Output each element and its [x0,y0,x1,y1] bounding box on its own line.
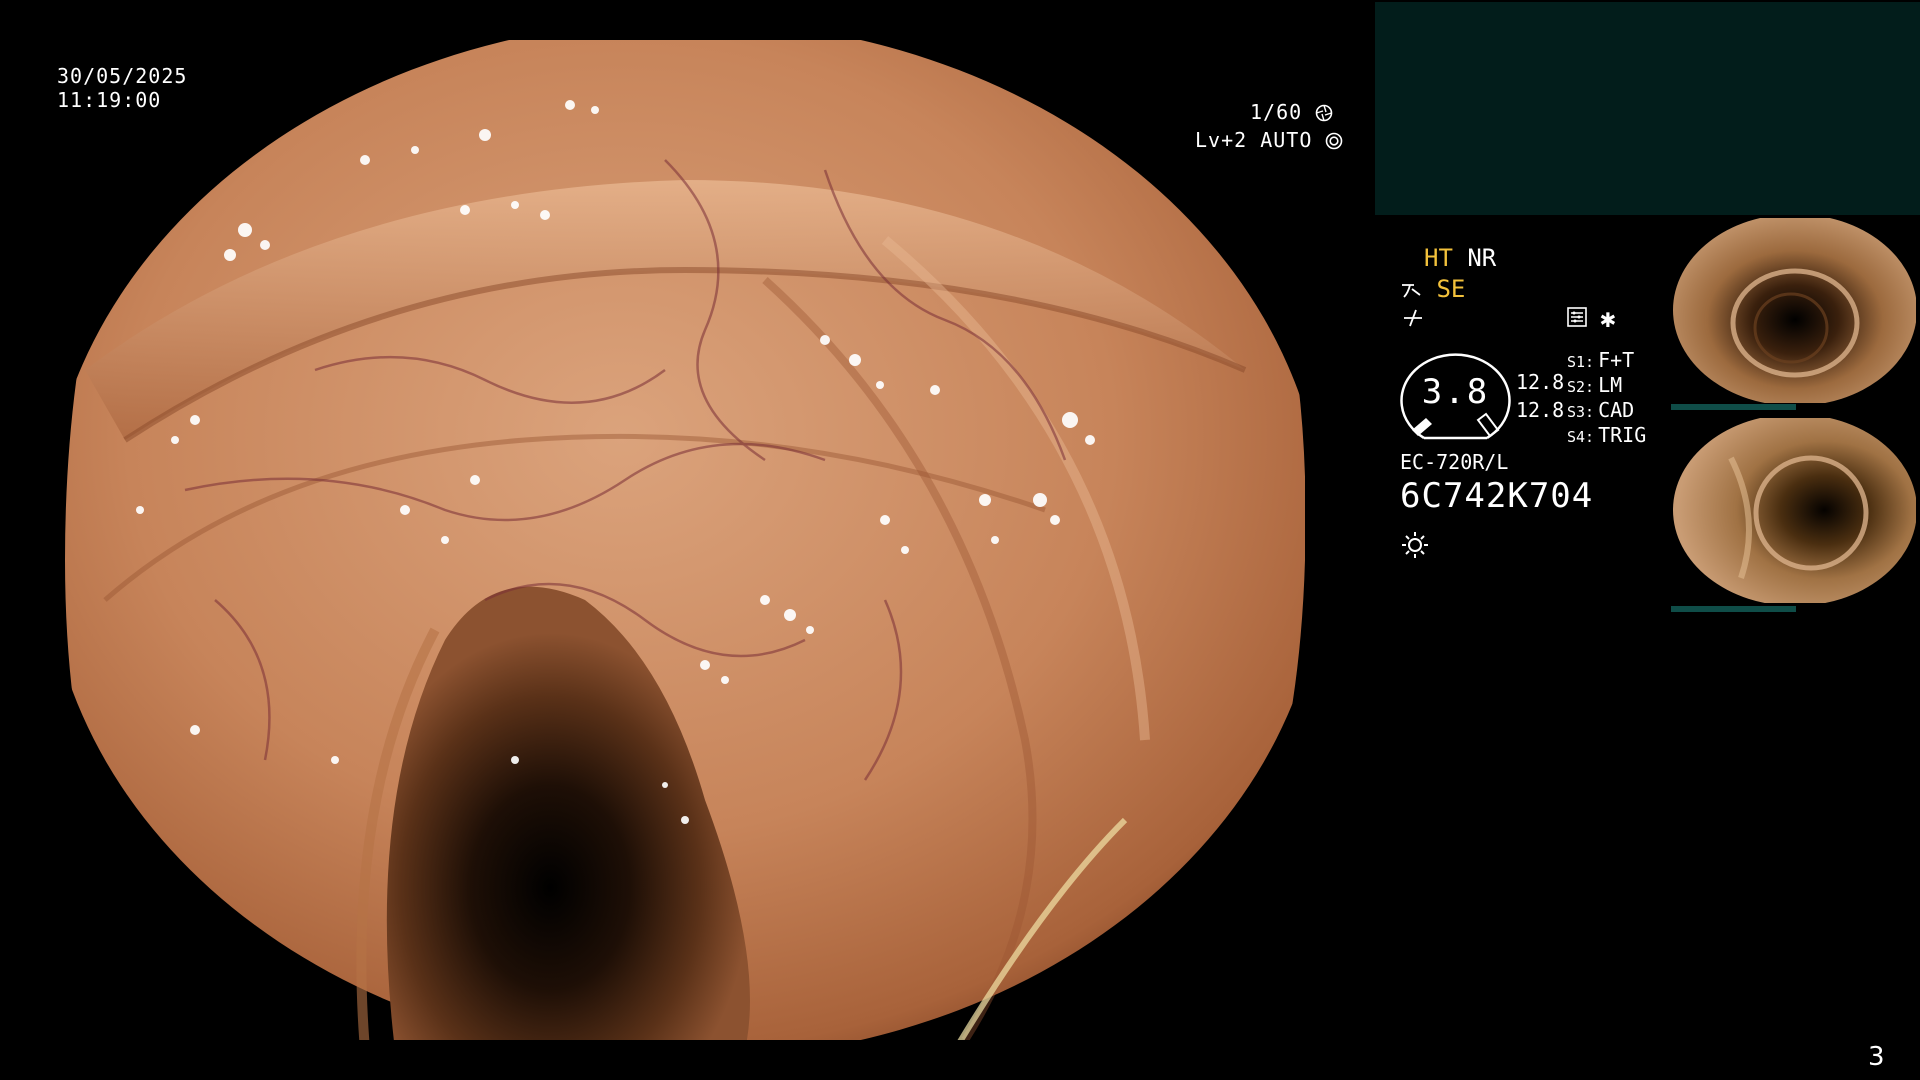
shutter-value: 1/60 [1250,100,1303,124]
scope-serial: 6C742K704 [1400,476,1594,516]
gauge-value-top: 12.8 [1516,370,1565,394]
asterisk-icon: ✱ [1600,304,1616,334]
gauge-value: 3.8 [1421,372,1490,412]
switch-s1: S1: F+T [1567,348,1634,372]
ht-indicator: HT [1424,244,1453,272]
endoscopy-screen: 30/05/2025 11:19:00 1/60 Lv+2 AUTO HT NR [0,0,1920,1080]
iris-value: Lv+2 AUTO [1195,128,1313,152]
light-source-icon [1400,530,1430,564]
switch-key: S3: [1567,403,1595,421]
switch-s2: S2: LM [1567,373,1622,397]
switch-s4: S4: TRIG [1567,423,1646,447]
iris-auto-icon [1325,128,1343,152]
switch-value: TRIG [1598,423,1647,447]
switch-value: F+T [1598,348,1635,372]
exam-time: 11:19:00 [57,88,162,112]
switch-key: S2: [1567,378,1595,396]
shutter-readout: 1/60 [1250,100,1333,124]
filter-icon [1400,275,1436,303]
gauge-value-bottom: 12.8 [1516,398,1565,422]
iris-readout: Lv+2 AUTO [1195,128,1343,152]
flat-curve-icon [1402,306,1424,334]
settings-panel-icon [1566,306,1588,332]
page-number: 3 [1868,1042,1885,1072]
switch-s3: S3: CAD [1567,398,1634,422]
aperture-icon [1315,100,1333,124]
se-indicator: SE [1436,275,1466,303]
exam-date: 30/05/2025 [57,64,188,88]
endoscopic-view [65,40,1305,1040]
switch-value: CAD [1598,398,1635,422]
thumbnail-1-bar [1671,404,1796,410]
switch-value: LM [1598,373,1623,397]
nr-indicator: NR [1467,244,1497,272]
scope-model: EC-720R/L [1400,450,1509,474]
switch-key: S1: [1567,353,1595,371]
thumbnail-capture-1[interactable] [1671,218,1916,403]
structure-enhancement: SE [1400,275,1465,303]
enhancement-status: HT NR [1424,244,1496,272]
switch-key: S4: [1567,428,1595,446]
top-info-panel [1375,2,1920,215]
thumbnail-2-bar [1671,606,1796,612]
thumbnail-capture-2[interactable] [1671,418,1916,603]
